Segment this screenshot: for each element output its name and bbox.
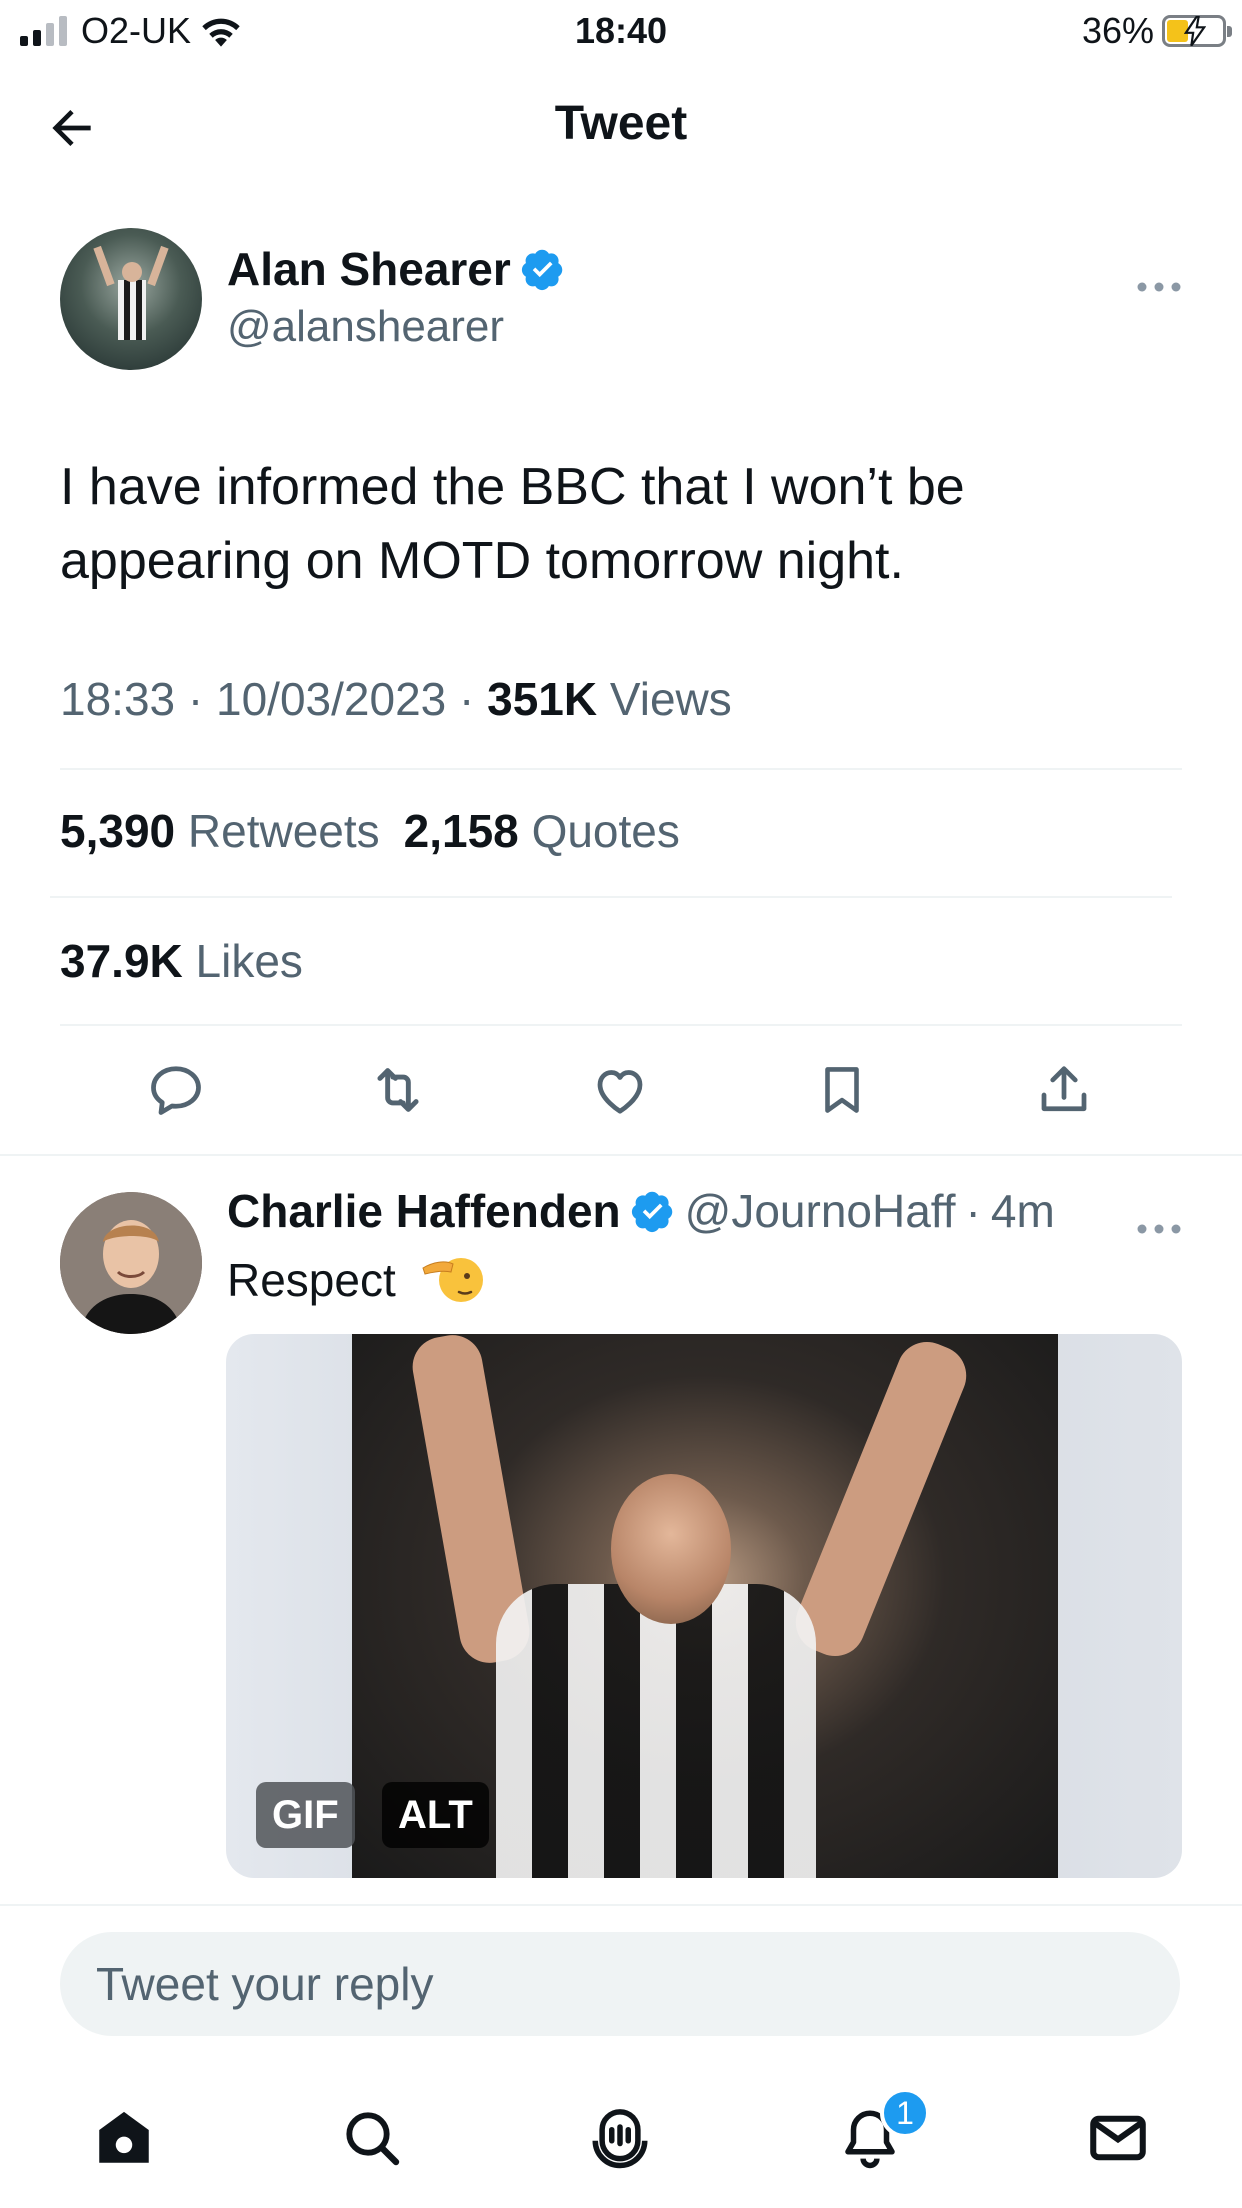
author-name-row: Alan Shearer — [227, 242, 565, 296]
quotes-label: Quotes — [531, 805, 680, 857]
tweet-time: 18:33 — [60, 673, 176, 725]
section-divider — [0, 1904, 1242, 1906]
battery-percent: 36% — [1081, 10, 1154, 51]
share-button[interactable] — [1032, 1058, 1096, 1122]
likes-link[interactable]: 37.9K Likes — [60, 934, 303, 988]
likes-label: Likes — [195, 935, 303, 987]
verified-badge-icon — [631, 1191, 672, 1233]
quotes-count: 2,158 — [403, 805, 519, 857]
divider — [50, 896, 1172, 898]
author-avatar[interactable] — [60, 228, 202, 370]
meta-separator: · — [459, 673, 475, 725]
reply-text-row: Respect — [227, 1250, 483, 1307]
status-bar: O2-UK 18:40 36% — [0, 0, 1242, 66]
retweet-button[interactable] — [366, 1058, 430, 1122]
divider — [60, 768, 1182, 770]
tweet-text: I have informed the BBC that I won’t be … — [60, 458, 965, 590]
tab-messages[interactable] — [1078, 2098, 1158, 2178]
reply-author-avatar[interactable] — [60, 1192, 202, 1334]
spaces-icon — [592, 2109, 648, 2169]
avatar-image — [93, 245, 169, 340]
more-horizontal-icon — [1137, 1224, 1181, 1234]
like-button[interactable] — [588, 1058, 652, 1122]
retweets-count: 5,390 — [60, 805, 176, 857]
gif-badge: GIF — [256, 1782, 355, 1848]
search-icon — [346, 2112, 400, 2166]
saluting-face-emoji — [421, 1258, 483, 1302]
messages-icon — [1090, 2115, 1146, 2161]
reply-text: Respect — [227, 1254, 396, 1306]
reply-separator: · — [965, 1185, 981, 1237]
tab-spaces[interactable] — [580, 2098, 660, 2178]
reply-icon — [151, 1066, 201, 1115]
more-options-button[interactable] — [1136, 250, 1182, 305]
reply-author-handle[interactable]: @JournoHaff — [685, 1184, 956, 1238]
share-icon — [1041, 1066, 1087, 1112]
more-horizontal-icon — [1137, 282, 1181, 292]
author-name[interactable]: Alan Shearer — [227, 242, 511, 296]
notifications-badge: 1 — [880, 2088, 930, 2138]
page-title: Tweet — [554, 97, 688, 150]
avatar-image — [60, 1192, 202, 1334]
like-icon — [597, 1070, 643, 1114]
home-icon — [99, 2111, 149, 2163]
reply-header: Charlie Haffenden @JournoHaff · 4m — [227, 1184, 1055, 1238]
bookmark-button[interactable] — [810, 1058, 874, 1122]
battery-icon — [1162, 15, 1232, 47]
charging-bolt-icon — [1184, 16, 1206, 46]
bookmark-icon — [825, 1067, 859, 1113]
tweet-meta: 18:33 · 10/03/2023 · 351K Views — [60, 672, 732, 726]
tweet-date: 10/03/2023 — [216, 673, 447, 725]
reply-media-gif[interactable]: GIF ALT — [226, 1334, 1182, 1878]
bottom-tab-bar — [0, 2090, 1242, 2190]
tab-search[interactable] — [332, 2098, 412, 2178]
tab-home[interactable] — [84, 2098, 164, 2178]
reply-more-options-button[interactable] — [1136, 1192, 1182, 1247]
status-right: 36% — [1081, 10, 1232, 52]
likes-count: 37.9K — [60, 935, 183, 987]
tweet-actions — [0, 1050, 1242, 1130]
retweets-link[interactable]: 5,390 Retweets — [60, 804, 380, 858]
views-count: 351K — [487, 673, 598, 725]
meta-separator: · — [187, 673, 204, 725]
reply-button[interactable] — [144, 1058, 208, 1122]
quotes-link[interactable]: 2,158 Quotes — [404, 804, 680, 858]
reply-composer — [60, 1932, 1180, 2036]
divider — [60, 1024, 1182, 1026]
retweet-quote-stats: 5,390 Retweets 2,158 Quotes — [60, 804, 680, 858]
gif-figure-head — [611, 1474, 731, 1624]
verified-badge-icon — [521, 249, 563, 291]
status-time: 18:40 — [574, 10, 668, 51]
gif-figure-shirt — [496, 1584, 816, 1878]
top-header: Tweet — [0, 66, 1242, 186]
retweets-label: Retweets — [187, 805, 380, 857]
reply-input[interactable] — [60, 1932, 1180, 2036]
reply-time: 4m — [990, 1185, 1055, 1237]
reply-author-name[interactable]: Charlie Haffenden — [227, 1184, 621, 1238]
retweet-icon — [377, 1068, 419, 1112]
author-handle[interactable]: @alanshearer — [227, 302, 504, 352]
alt-text-button[interactable]: ALT — [382, 1782, 489, 1848]
section-divider — [0, 1154, 1242, 1156]
views-label: Views — [609, 673, 732, 725]
